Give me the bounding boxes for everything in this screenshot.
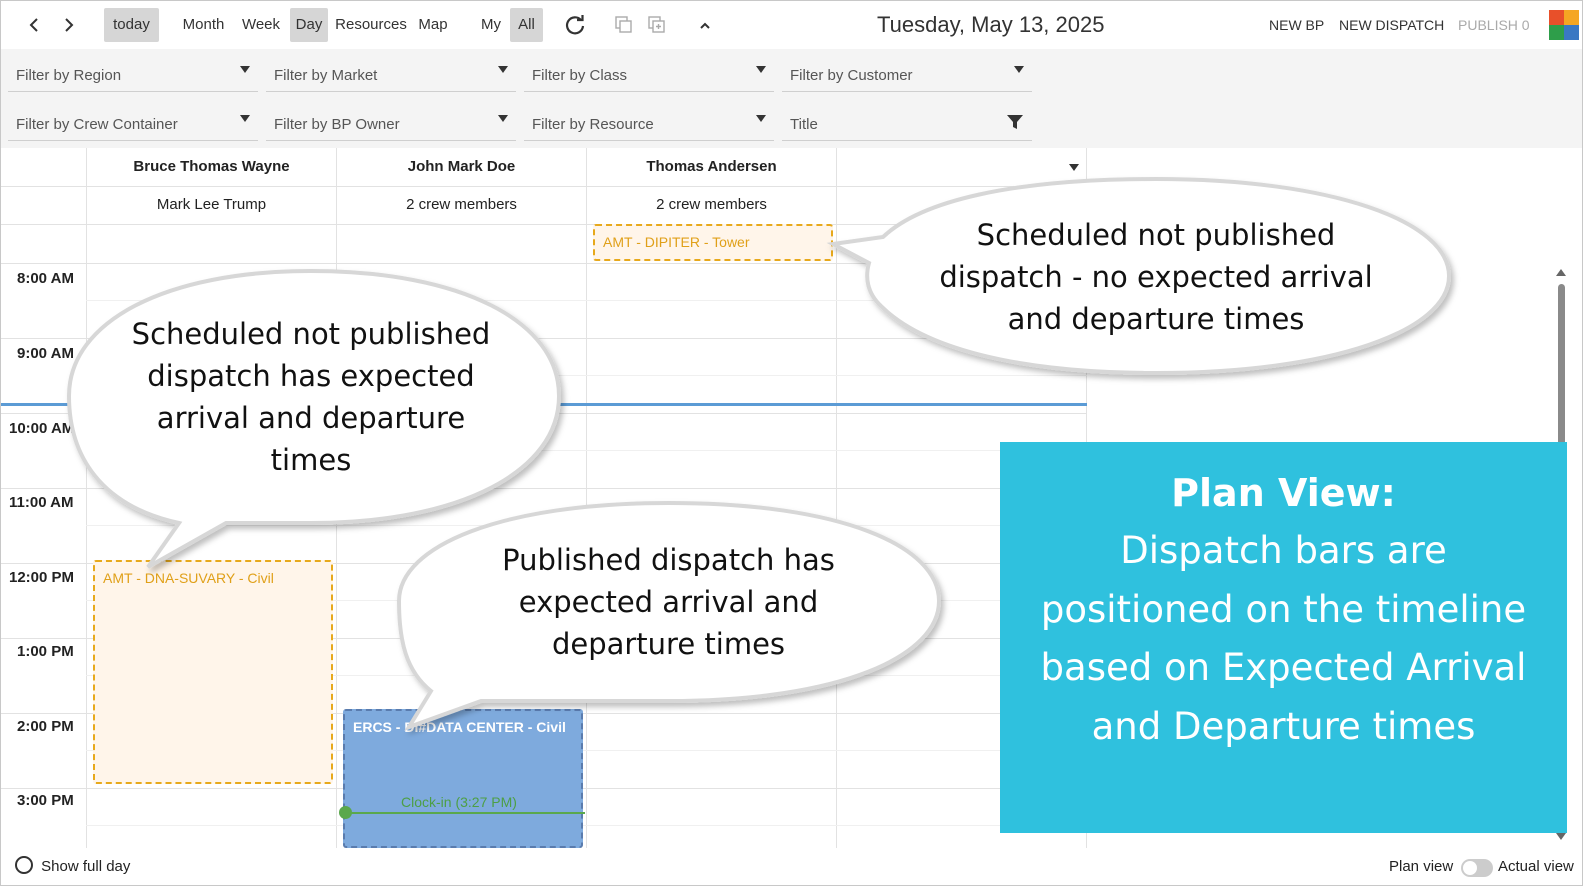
time-label: 12:00 PM	[9, 569, 75, 586]
plan-view-line: Dispatch bars are	[1120, 529, 1447, 572]
caret-down-icon	[1014, 66, 1024, 73]
filter-market-label: Filter by Market	[274, 67, 378, 84]
filter-region[interactable]: Filter by Region	[8, 52, 258, 92]
scope-my-button[interactable]: My	[477, 8, 505, 42]
refresh-icon[interactable]	[561, 8, 589, 42]
chevron-right-icon[interactable]	[57, 8, 81, 42]
caret-down-icon	[498, 115, 508, 122]
callout-line: arrival and departure	[156, 401, 466, 435]
filter-customer[interactable]: Filter by Customer	[782, 52, 1032, 92]
time-label: 8:00 AM	[17, 270, 74, 287]
filter-bp-owner[interactable]: Filter by BP Owner	[266, 101, 516, 141]
actual-view-label: Actual view	[1498, 858, 1574, 875]
publish-button[interactable]: PUBLISH 0	[1458, 8, 1530, 42]
date-title: Tuesday, May 13, 2025	[877, 12, 1105, 37]
callout-line: expected arrival and	[518, 585, 819, 619]
filter-resource[interactable]: Filter by Resource	[524, 101, 774, 141]
resource-subheader: 2 crew members	[656, 196, 767, 213]
plan-view-annotation: Plan View: Dispatch bars are positioned …	[1000, 442, 1567, 833]
plan-view-line: and Departure times	[1091, 704, 1476, 748]
callout-text-published: Published dispatch has expected arrival …	[451, 539, 886, 665]
toolbar: today Month Week Day Resources Map My Al…	[1, 1, 1582, 49]
callout-line: Scheduled not published	[976, 218, 1336, 252]
filter-crew-container[interactable]: Filter by Crew Container	[8, 101, 258, 141]
plan-view-line: positioned on the timeline	[1040, 587, 1527, 631]
filter-market[interactable]: Filter by Market	[266, 52, 516, 92]
caret-down-icon[interactable]	[1069, 164, 1079, 171]
chevron-left-icon[interactable]	[23, 8, 47, 42]
callout-line: Scheduled not published	[131, 317, 491, 351]
view-week-button[interactable]: Week	[239, 8, 283, 42]
callout-line: dispatch has expected	[147, 359, 475, 393]
resource-header[interactable]: Bruce Thomas Wayne	[87, 148, 336, 186]
app-logo	[1549, 10, 1579, 40]
time-label: 9:00 AM	[17, 345, 74, 362]
show-full-day-button[interactable]: Show full day	[15, 854, 130, 880]
plan-view-title: Plan View:	[1171, 471, 1396, 515]
callout-line: dispatch - no expected arrival	[939, 260, 1373, 294]
scroll-down-icon[interactable]	[1556, 833, 1566, 840]
callout-line: Published dispatch has	[502, 543, 835, 577]
view-month-button[interactable]: Month	[179, 8, 228, 42]
filter-region-label: Filter by Region	[16, 67, 122, 84]
callout-line: and departure times	[1007, 302, 1305, 336]
filter-customer-label: Filter by Customer	[790, 67, 913, 84]
resource-subheader: 2 crew members	[406, 196, 517, 213]
chevron-up-icon[interactable]	[694, 8, 716, 42]
filter-class[interactable]: Filter by Class	[524, 52, 774, 92]
new-bp-button[interactable]: NEW BP	[1269, 8, 1324, 42]
today-button[interactable]: today	[104, 8, 159, 42]
resource-subheader: Mark Lee Trump	[156, 196, 267, 213]
caret-down-icon	[756, 115, 766, 122]
view-day-button[interactable]: Day	[290, 8, 328, 42]
funnel-icon[interactable]	[1006, 113, 1024, 131]
dispatch-event-dipiter[interactable]: AMT - DIPITER - Tower	[593, 224, 833, 261]
expand-day-icon	[15, 856, 33, 875]
filter-crew-container-label: Filter by Crew Container	[16, 116, 178, 133]
plan-view-label: Plan view	[1389, 858, 1454, 875]
event-title: ERCS - DI#DATA CENTER - Civil	[353, 719, 566, 735]
time-label: 11:00 AM	[9, 494, 74, 511]
filter-resource-label: Filter by Resource	[532, 116, 654, 133]
clockin-line	[345, 812, 585, 814]
time-label: 2:00 PM	[17, 718, 74, 735]
scope-all-button[interactable]: All	[510, 8, 543, 42]
clockin-marker[interactable]	[339, 806, 352, 819]
add-copy-icon[interactable]	[646, 8, 668, 42]
filter-class-label: Filter by Class	[532, 67, 628, 84]
caret-down-icon	[498, 66, 508, 73]
callout-line: times	[270, 443, 352, 477]
resource-header[interactable]: John Mark Doe	[337, 148, 586, 186]
callout-text-unpublished-no-times: Scheduled not published dispatch - no ex…	[931, 214, 1381, 340]
scroll-up-icon[interactable]	[1556, 269, 1566, 276]
time-label: 3:00 PM	[17, 792, 74, 809]
app-window: today Month Week Day Resources Map My Al…	[0, 0, 1583, 886]
filter-title[interactable]: Title	[782, 101, 1032, 141]
resource-header[interactable]: Thomas Andersen	[587, 148, 836, 186]
event-title: AMT - DIPITER - Tower	[603, 234, 750, 250]
copy-icon[interactable]	[613, 8, 635, 42]
caret-down-icon	[240, 115, 250, 122]
caret-down-icon	[240, 66, 250, 73]
view-map-button[interactable]: Map	[414, 8, 452, 42]
callout-line: departure times	[551, 627, 786, 661]
toggle-knob	[1463, 861, 1477, 875]
dispatch-event-ercs[interactable]: ERCS - DI#DATA CENTER - Civil	[343, 709, 583, 848]
filter-bp-owner-label: Filter by BP Owner	[274, 116, 400, 133]
dispatch-event-suvary[interactable]: AMT - DNA-SUVARY - Civil	[93, 560, 333, 784]
filter-title-label: Title	[790, 116, 818, 133]
caret-down-icon	[756, 66, 766, 73]
event-title: AMT - DNA-SUVARY - Civil	[103, 570, 274, 586]
filter-panel: Filter by Region Filter by Market Filter…	[1, 49, 1582, 148]
clockin-label: Clock-in (3:27 PM)	[401, 794, 517, 810]
view-toggle[interactable]	[1461, 859, 1493, 877]
bottom-bar: Show full day Plan view Actual view	[1, 848, 1582, 885]
new-dispatch-button[interactable]: NEW DISPATCH	[1339, 8, 1444, 42]
view-resources-button[interactable]: Resources	[334, 8, 408, 42]
show-full-day-label: Show full day	[41, 858, 131, 875]
time-label: 10:00 AM	[9, 420, 75, 437]
plan-view-line: based on Expected Arrival	[1040, 646, 1527, 689]
time-label: 1:00 PM	[17, 643, 74, 660]
callout-text-unpublished-has-times: Scheduled not published dispatch has exp…	[96, 313, 526, 481]
